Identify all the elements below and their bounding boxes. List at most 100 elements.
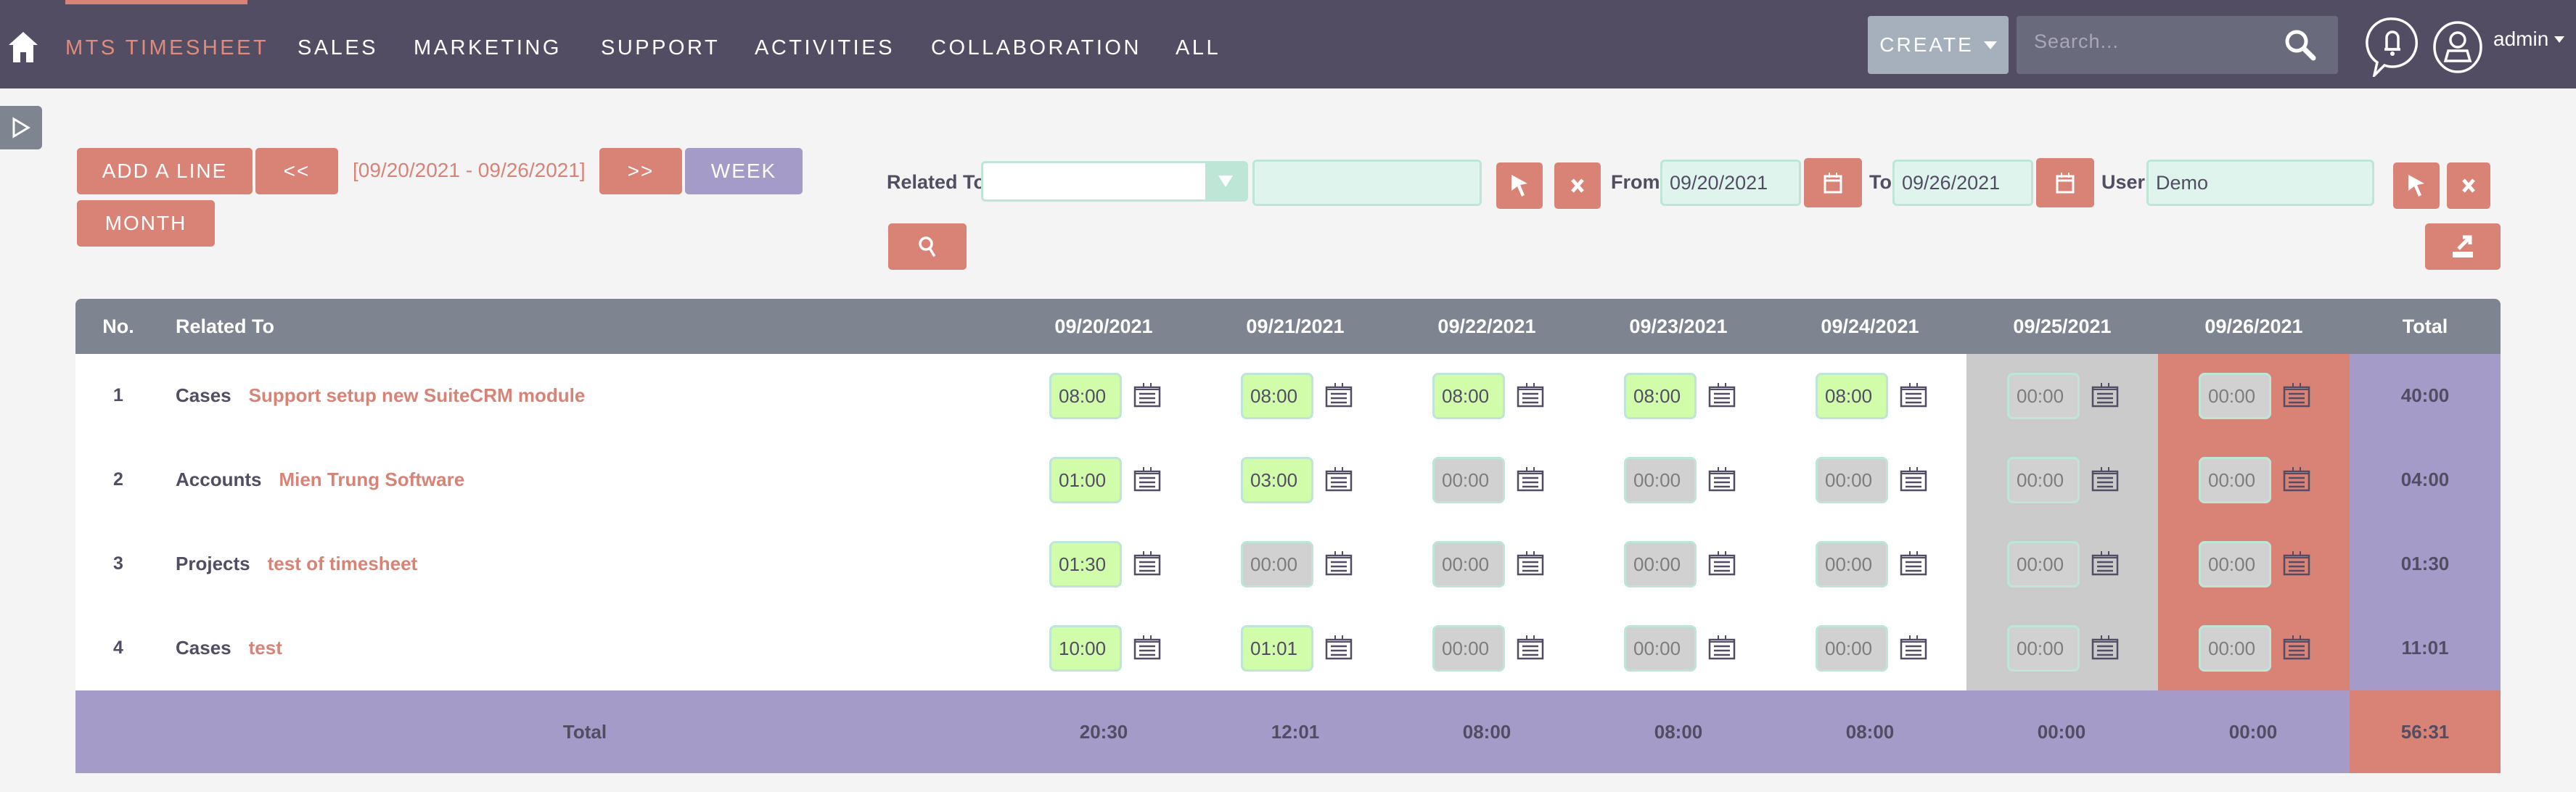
hours-input[interactable]: 00:00 [1624,541,1697,587]
hours-input[interactable]: 00:00 [1816,541,1888,587]
note-icon[interactable] [1708,635,1737,660]
hours-input[interactable]: 00:00 [1816,457,1888,503]
note-icon[interactable] [1133,635,1162,660]
hours-input[interactable]: 00:00 [2199,373,2271,419]
week-view-button[interactable]: WEEK [685,148,803,194]
user-menu[interactable]: admin [2493,28,2565,51]
note-icon[interactable] [1133,383,1162,408]
hours-input[interactable]: 08:00 [1816,373,1888,419]
hours-input[interactable]: 00:00 [1432,541,1505,587]
create-button[interactable]: CREATE [1868,16,2009,74]
nav-item-sales[interactable]: SALES [298,33,378,62]
note-icon[interactable] [2091,383,2120,408]
add-line-button[interactable]: ADD A LINE [77,148,253,194]
to-date-input[interactable]: 09/26/2021 [1892,160,2033,206]
hours-input[interactable]: 10:00 [1049,625,1122,672]
search-icon[interactable] [2284,29,2316,61]
hours-input[interactable]: 08:00 [1049,373,1122,419]
related-to-select-button[interactable] [1496,162,1543,209]
note-icon[interactable] [1517,383,1546,408]
related-to-label: Related To [887,171,986,193]
hours-input[interactable]: 00:00 [2199,625,2271,672]
home-icon[interactable] [9,32,38,62]
month-view-button[interactable]: MONTH [77,200,215,247]
note-icon[interactable] [1325,635,1354,660]
hours-input[interactable]: 00:00 [1432,457,1505,503]
user-filter-input[interactable]: Demo [2146,160,2374,206]
hours-input[interactable]: 01:01 [1241,625,1313,672]
hours-input[interactable]: 00:00 [2007,541,2080,587]
nav-item-support[interactable]: SUPPORT [601,33,720,62]
hours-input[interactable]: 00:00 [1241,541,1313,587]
note-icon[interactable] [1900,551,1929,576]
sidebar-toggle-button[interactable] [0,106,42,149]
note-icon[interactable] [1900,467,1929,492]
related-to-type-select[interactable] [981,161,1248,202]
hours-input[interactable]: 00:00 [1624,625,1697,672]
column-header-day: 09/24/2021 [1821,315,1919,337]
from-date-picker-button[interactable] [1804,158,1862,207]
note-icon[interactable] [1708,467,1737,492]
note-icon[interactable] [1325,383,1354,408]
note-icon[interactable] [1708,383,1737,408]
nav-item-activities[interactable]: ACTIVITIES [755,33,895,62]
related-record-link[interactable]: Support setup new SuiteCRM module [249,384,586,406]
global-search-input[interactable]: Search... [2017,16,2338,74]
related-record-link[interactable]: Mien Trung Software [279,469,464,490]
nav-item-all[interactable]: ALL [1176,33,1221,62]
note-icon[interactable] [1325,467,1354,492]
export-button[interactable] [2425,223,2501,270]
hours-input[interactable]: 00:00 [2007,373,2080,419]
nav-item-collaboration[interactable]: COLLABORATION [931,33,1141,62]
hours-input[interactable]: 03:00 [1241,457,1313,503]
note-icon[interactable] [1900,383,1929,408]
note-icon[interactable] [2283,467,2312,492]
note-icon[interactable] [1517,551,1546,576]
search-button[interactable] [888,223,967,270]
note-icon[interactable] [2091,635,2120,660]
note-icon[interactable] [2091,467,2120,492]
row-number: 4 [113,638,123,658]
to-date-picker-button[interactable] [2036,158,2094,207]
note-icon[interactable] [1133,467,1162,492]
from-date-input[interactable]: 09/20/2021 [1660,160,1801,206]
hours-input[interactable]: 00:00 [2199,457,2271,503]
hours-input[interactable]: 00:00 [2199,541,2271,587]
user-clear-button[interactable] [2447,162,2490,209]
note-icon[interactable] [1517,467,1546,492]
hours-input[interactable]: 00:00 [2007,457,2080,503]
nav-item-marketing[interactable]: MARKETING [414,33,562,62]
user-select-button[interactable] [2393,162,2440,209]
grand-total: 56:31 [2400,721,2450,743]
note-icon[interactable] [1133,551,1162,576]
note-icon[interactable] [2283,635,2312,660]
user-avatar-icon[interactable] [2432,20,2483,74]
hours-input[interactable]: 00:00 [1624,457,1697,503]
related-record-link[interactable]: test of timesheet [268,553,418,574]
hours-input[interactable]: 08:00 [1624,373,1697,419]
note-icon[interactable] [2283,383,2312,408]
hours-input[interactable]: 00:00 [1432,625,1505,672]
hours-input[interactable]: 08:00 [1241,373,1313,419]
next-week-button[interactable]: >> [599,148,682,194]
note-icon[interactable] [1517,635,1546,660]
note-icon[interactable] [1900,635,1929,660]
note-icon[interactable] [1325,551,1354,576]
hours-input[interactable]: 00:00 [2007,625,2080,672]
hours-input[interactable]: 00:00 [1816,625,1888,672]
note-icon[interactable] [2091,551,2120,576]
hours-input[interactable]: 01:00 [1049,457,1122,503]
hours-input[interactable]: 08:00 [1432,373,1505,419]
row-total: 40:00 [2400,384,2450,406]
related-record-link[interactable]: test [249,637,282,659]
dropdown-arrow-icon[interactable] [1205,163,1246,199]
hours-input[interactable]: 01:30 [1049,541,1122,587]
related-to-clear-button[interactable] [1554,162,1601,209]
previous-week-button[interactable]: << [255,148,338,194]
notification-bell-icon[interactable] [2366,16,2419,80]
note-icon[interactable] [2283,551,2312,576]
timesheet-table: No. Related To 09/20/2021 09/21/2021 09/… [75,299,2501,773]
note-icon[interactable] [1708,551,1737,576]
related-to-input[interactable] [1252,160,1482,206]
nav-item-mts-timesheet[interactable]: MTS TIMESHEET [65,33,268,62]
